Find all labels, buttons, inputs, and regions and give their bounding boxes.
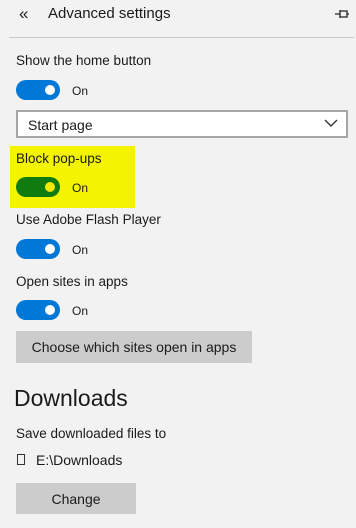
open-sites-toggle[interactable] (16, 300, 60, 320)
toggle-knob (45, 85, 55, 95)
flash-label: Use Adobe Flash Player (16, 212, 161, 227)
toggle-knob (45, 244, 55, 254)
downloads-heading: Downloads (14, 385, 128, 411)
home-button-toggle[interactable] (16, 80, 60, 100)
toggle-knob (45, 305, 55, 315)
open-sites-label: Open sites in apps (16, 274, 128, 289)
block-popups-label: Block pop-ups (16, 151, 102, 166)
block-popups-toggle[interactable] (16, 177, 60, 197)
pin-icon[interactable] (334, 7, 350, 21)
toggle-knob (45, 182, 55, 192)
home-page-select[interactable]: Start page (16, 110, 348, 138)
header-divider (9, 37, 354, 38)
flash-state: On (72, 243, 89, 257)
panel-header: « Advanced settings (0, 0, 356, 36)
save-location-label: Save downloaded files to (16, 426, 167, 441)
double-chevron-left-icon[interactable]: « (19, 4, 35, 24)
folder-icon (17, 454, 25, 465)
open-sites-state: On (72, 304, 89, 318)
change-button[interactable]: Change (16, 483, 136, 514)
chevron-down-icon (324, 119, 338, 127)
home-button-state: On (72, 84, 89, 98)
panel-title: Advanced settings (48, 5, 171, 22)
block-popups-state: On (72, 181, 89, 195)
home-page-select-value: Start page (28, 117, 93, 133)
home-button-label: Show the home button (16, 53, 152, 68)
choose-sites-button[interactable]: Choose which sites open in apps (16, 331, 252, 363)
download-path: E:\Downloads (36, 452, 123, 468)
flash-toggle[interactable] (16, 239, 60, 259)
